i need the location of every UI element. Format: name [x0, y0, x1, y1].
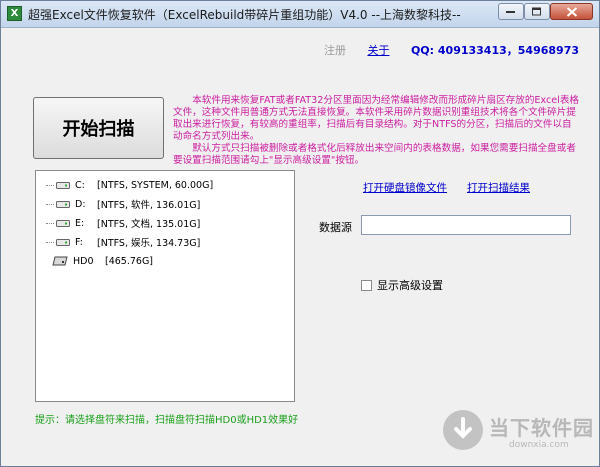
window-controls: [498, 3, 593, 22]
start-scan-button[interactable]: 开始扫描: [33, 97, 164, 159]
drive-info: [NTFS, 文档, 135.01G]: [97, 219, 201, 230]
maximize-button[interactable]: [524, 3, 550, 20]
drive-letter: D:: [75, 198, 86, 210]
open-scan-result-link[interactable]: 打开扫描结果: [467, 180, 530, 195]
drive-item-c[interactable]: C: [NTFS, SYSTEM, 60.00G]: [46, 177, 213, 193]
drive-letter: HD0: [73, 255, 94, 267]
drive-item-d[interactable]: D: [NTFS, 软件, 136.01G]: [46, 196, 200, 212]
show-advanced-label: 显示高级设置: [377, 279, 443, 292]
drive-item-hd0[interactable]: HD0 [465.76G]: [52, 253, 153, 269]
tree-connector: [46, 241, 54, 243]
download-arrow-icon: [443, 410, 483, 450]
drive-info: [465.76G]: [105, 255, 154, 267]
description-text: 本软件用来恢复FAT或者FAT32分区里面因为经常编辑修改而形成碎片扇区存放的E…: [173, 95, 581, 167]
checkbox-box[interactable]: [361, 279, 372, 291]
drive-info: [NTFS, 娱乐, 134.73G]: [97, 238, 201, 249]
tree-connector: [46, 222, 54, 224]
description-paragraph-2: 默认方式只扫描被删除或者格式化后释放出来空间内的表格数据，如果您需要扫描全盘或者…: [173, 143, 576, 166]
close-button[interactable]: [550, 3, 593, 20]
qq-contact: QQ: 409133413，54968973: [410, 44, 579, 57]
drive-icon: [56, 201, 70, 208]
header-links: 注册 关于 QQ: 409133413，54968973: [324, 42, 579, 58]
tree-connector: [46, 184, 54, 186]
drive-letter: E:: [75, 217, 85, 229]
drive-icon: [56, 182, 70, 189]
register-link[interactable]: 注册: [324, 44, 346, 57]
drive-letter: C:: [75, 179, 85, 191]
hint-text: 提示：请选择盘符来扫描，扫描盘符扫描HD0或HD1效果好: [35, 415, 299, 426]
title-bar[interactable]: X 超强Excel文件恢复软件（ExcelRebuild带碎片重组功能）V4.0…: [1, 1, 599, 28]
data-source-input[interactable]: [361, 215, 571, 235]
open-disk-image-link[interactable]: 打开硬盘镜像文件: [363, 180, 447, 195]
about-link[interactable]: 关于: [367, 44, 389, 57]
watermark-url: downxia.com: [509, 440, 569, 450]
close-icon: [566, 6, 577, 17]
window-title: 超强Excel文件恢复软件（ExcelRebuild带碎片重组功能）V4.0 -…: [28, 8, 461, 22]
minimize-icon: [506, 10, 515, 13]
app-window: X 超强Excel文件恢复软件（ExcelRebuild带碎片重组功能）V4.0…: [0, 0, 600, 467]
description-paragraph-1: 本软件用来恢复FAT或者FAT32分区里面因为经常编辑修改而形成碎片扇区存放的E…: [173, 95, 580, 142]
show-advanced-checkbox[interactable]: 显示高级设置: [361, 277, 443, 293]
minimize-button[interactable]: [498, 3, 524, 20]
drive-list[interactable]: C: [NTFS, SYSTEM, 60.00G] D: [NTFS, 软件, …: [35, 170, 295, 402]
drive-icon: [56, 220, 70, 227]
watermark-title: 当下软件园: [489, 416, 594, 440]
watermark: 当下软件园 downxia.com: [443, 406, 594, 458]
drive-item-e[interactable]: E: [NTFS, 文档, 135.01G]: [46, 215, 200, 231]
drive-item-f[interactable]: F: [NTFS, 娱乐, 134.73G]: [46, 234, 200, 250]
hard-disk-icon: [52, 256, 68, 266]
drive-icon: [56, 239, 70, 246]
excel-app-icon: X: [7, 6, 22, 21]
drive-info: [NTFS, SYSTEM, 60.00G]: [97, 179, 214, 191]
drive-letter: F:: [75, 236, 83, 248]
drive-info: [NTFS, 软件, 136.01G]: [97, 200, 201, 211]
maximize-icon: [532, 7, 541, 15]
data-source-label: 数据源: [319, 221, 352, 234]
tree-connector: [46, 203, 54, 205]
